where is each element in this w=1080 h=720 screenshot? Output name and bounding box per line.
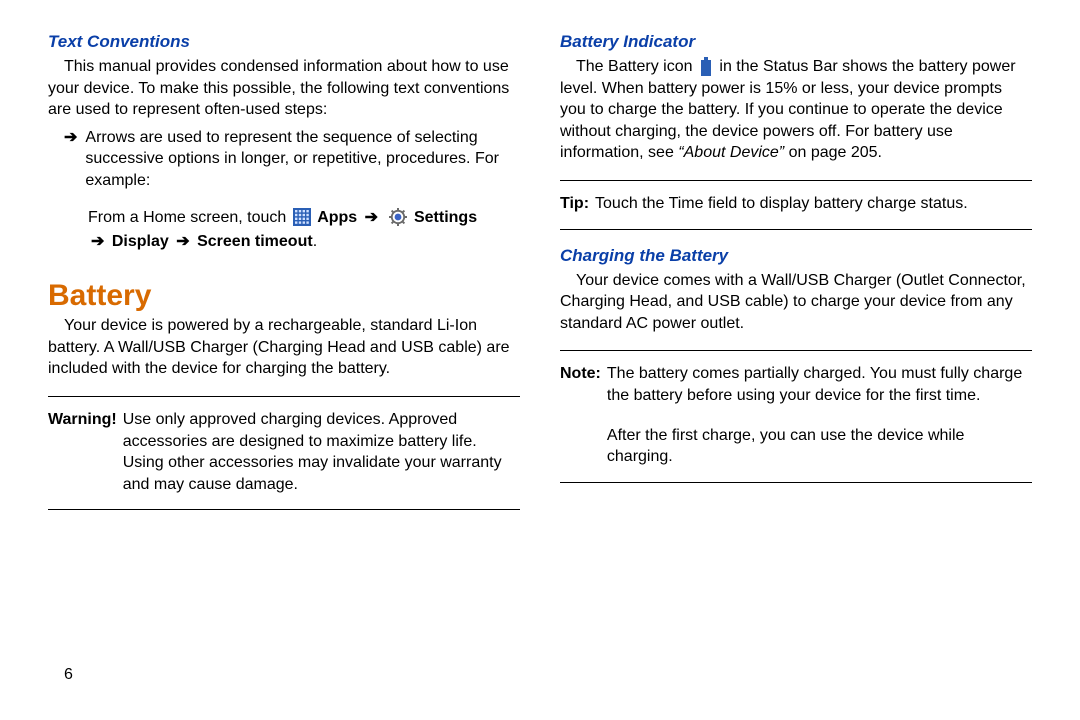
heading-text-conventions: Text Conventions — [48, 32, 520, 52]
settings-gear-icon — [388, 207, 408, 227]
text-conventions-para: This manual provides condensed informati… — [48, 56, 520, 121]
right-column: Battery Indicator The Battery icon in th… — [560, 32, 1032, 700]
battery-icon — [699, 57, 713, 77]
note-label: Note: — [560, 363, 601, 406]
display-label: Display — [112, 233, 169, 250]
bi-before: The Battery icon — [576, 58, 693, 75]
warning-text: Use only approved charging devices. Appr… — [123, 409, 520, 495]
page-number: 6 — [64, 666, 73, 684]
bullet-arrow-icon: ➔ — [64, 127, 77, 192]
battery-indicator-para: The Battery icon in the Status Bar shows… — [560, 56, 1032, 164]
divider-6 — [560, 482, 1032, 483]
bullet-arrows: ➔ Arrows are used to represent the seque… — [64, 127, 520, 192]
divider-3 — [560, 180, 1032, 181]
note-text: The battery comes partially charged. You… — [607, 363, 1032, 406]
divider-1 — [48, 396, 520, 397]
period: . — [313, 233, 317, 250]
arrow-2: ➔ — [91, 233, 104, 250]
tip-text: Touch the Time field to display battery … — [595, 193, 1032, 215]
about-device-link: “About Device” — [678, 144, 784, 161]
settings-label: Settings — [414, 209, 477, 226]
tip-block: Tip: Touch the Time field to display bat… — [560, 193, 1032, 215]
screen-timeout-label: Screen timeout — [197, 233, 313, 250]
example-sequence: From a Home screen, touch Apps ➔ — [88, 206, 520, 256]
arrow-3: ➔ — [176, 233, 189, 250]
heading-battery: Battery — [48, 279, 520, 313]
battery-para: Your device is powered by a rechargeable… — [48, 315, 520, 380]
arrow-1: ➔ — [365, 209, 378, 226]
manual-page: Text Conventions This manual provides co… — [0, 0, 1080, 720]
left-column: Text Conventions This manual provides co… — [48, 32, 520, 700]
heading-charging: Charging the Battery — [560, 246, 1032, 266]
after-charge-block: Note: After the first charge, you can us… — [560, 425, 1032, 468]
warning-block: Warning! Use only approved charging devi… — [48, 409, 520, 495]
divider-2 — [48, 509, 520, 510]
on-page: on page 205. — [789, 144, 882, 161]
example-prefix: From a Home screen, touch — [88, 209, 286, 226]
apps-label: Apps — [317, 209, 357, 226]
tip-label: Tip: — [560, 193, 589, 215]
note-block: Note: The battery comes partially charge… — [560, 363, 1032, 406]
divider-4 — [560, 229, 1032, 230]
heading-battery-indicator: Battery Indicator — [560, 32, 1032, 52]
charging-para: Your device comes with a Wall/USB Charge… — [560, 270, 1032, 335]
warning-label: Warning! — [48, 409, 117, 495]
divider-5 — [560, 350, 1032, 351]
after-charge-text: After the first charge, you can use the … — [607, 425, 1032, 468]
apps-grid-icon — [293, 208, 311, 226]
bullet-text: Arrows are used to represent the sequenc… — [85, 127, 520, 192]
